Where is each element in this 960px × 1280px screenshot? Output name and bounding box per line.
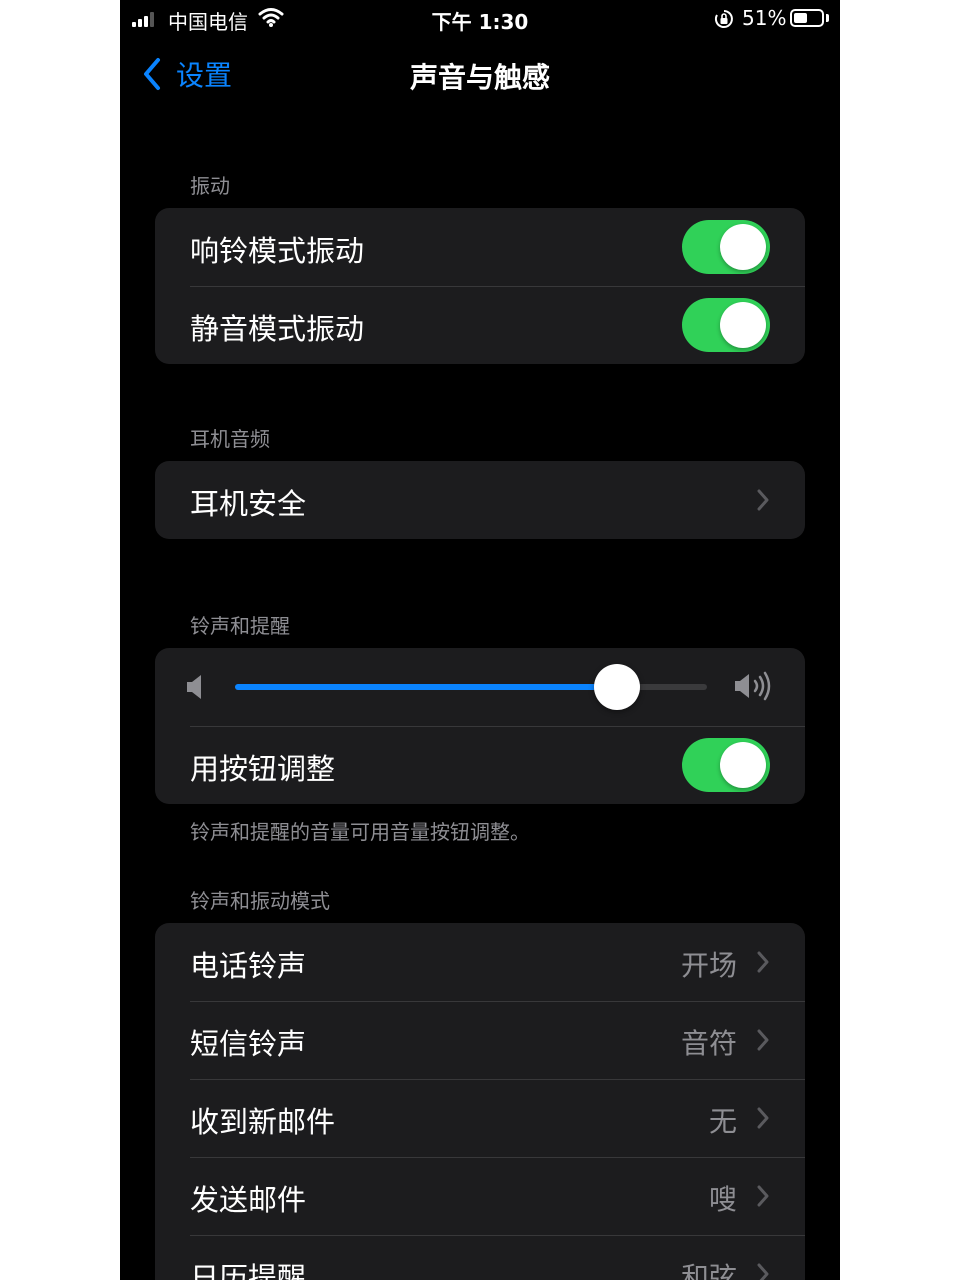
list-item-value: 音符	[680, 1027, 737, 1060]
ringer-footer-note: 铃声和提醒的音量可用音量按钮调整。	[190, 820, 530, 844]
volume-slider-row	[155, 648, 805, 726]
silent-vibration-toggle[interactable]	[682, 298, 770, 352]
section-header-ringer-alerts: 铃声和提醒	[190, 614, 290, 638]
volume-slider[interactable]	[235, 664, 707, 710]
change-with-buttons-row: 用按钮调整	[155, 726, 805, 804]
change-with-buttons-toggle[interactable]	[682, 738, 770, 792]
ring-vibration-toggle[interactable]	[682, 220, 770, 274]
ringer-group: 用按钮调整	[155, 648, 805, 804]
navigation-bar: 设置 声音与触感	[120, 48, 840, 100]
chevron-right-icon	[757, 1263, 769, 1280]
silent-vibration-row: 静音模式振动	[155, 286, 805, 364]
list-item-value: 和弦	[680, 1261, 737, 1280]
sent-mail-row[interactable]: 发送邮件 嗖	[155, 1157, 805, 1235]
text-tone-row[interactable]: 短信铃声 音符	[155, 1001, 805, 1079]
speaker-high-icon	[735, 671, 771, 701]
ringtone-row[interactable]: 电话铃声 开场	[155, 923, 805, 1001]
section-header-sounds-patterns: 铃声和振动模式	[190, 889, 330, 913]
calendar-alerts-row[interactable]: 日历提醒 和弦	[155, 1235, 805, 1280]
ring-vibration-label: 响铃模式振动	[190, 234, 365, 268]
list-item-value: 嗖	[708, 1183, 737, 1216]
headphone-safety-label: 耳机安全	[190, 487, 307, 521]
orientation-lock-icon	[714, 10, 733, 28]
sounds-group: 电话铃声 开场 短信铃声 音符 收到新邮件 无 发送邮件 嗖 日历提醒 和弦	[155, 923, 805, 1280]
vibration-group: 响铃模式振动 静音模式振动	[155, 208, 805, 364]
page-title: 声音与触感	[409, 61, 550, 94]
volume-slider-thumb[interactable]	[594, 664, 641, 710]
battery-icon	[790, 9, 824, 27]
chevron-right-icon	[757, 489, 769, 511]
list-item-label: 日历提醒	[190, 1261, 307, 1280]
list-item-label: 电话铃声	[190, 949, 307, 983]
phone-screen: 中国电信 下午 1:30 51% 设置 声音与触感 振动 响铃模式振动 静音模式…	[120, 0, 840, 1280]
section-header-vibration: 振动	[190, 174, 230, 198]
list-item-label: 短信铃声	[190, 1027, 307, 1061]
status-bar: 中国电信 下午 1:30 51%	[120, 0, 840, 38]
silent-vibration-label: 静音模式振动	[190, 312, 365, 346]
chevron-right-icon	[757, 1185, 769, 1207]
chevron-right-icon	[757, 1029, 769, 1051]
list-item-label: 发送邮件	[190, 1183, 307, 1217]
headphone-group: 耳机安全	[155, 461, 805, 539]
new-mail-row[interactable]: 收到新邮件 无	[155, 1079, 805, 1157]
headphone-safety-row[interactable]: 耳机安全	[155, 461, 805, 539]
battery-percent: 51%	[742, 6, 787, 30]
chevron-right-icon	[757, 1107, 769, 1129]
section-header-headphone-audio: 耳机音频	[190, 427, 270, 451]
list-item-value: 开场	[680, 949, 737, 982]
ring-vibration-row: 响铃模式振动	[155, 208, 805, 286]
change-with-buttons-label: 用按钮调整	[190, 752, 336, 786]
list-item-label: 收到新邮件	[190, 1105, 336, 1139]
list-item-value: 无	[708, 1105, 737, 1138]
speaker-low-icon	[187, 675, 201, 699]
chevron-right-icon	[757, 951, 769, 973]
